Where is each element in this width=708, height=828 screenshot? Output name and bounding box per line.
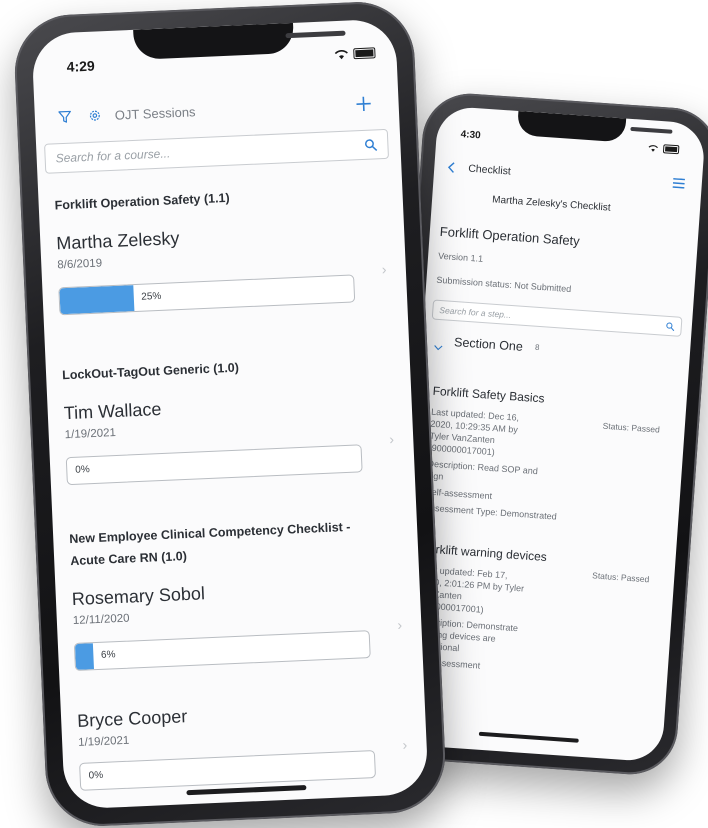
checklist-owner: Martha Zelesky's Checklist (491, 194, 611, 214)
toolbar-title: OJT Sessions (114, 103, 196, 123)
trainee-name: Martha Zelesky (55, 228, 180, 254)
step-description: Description: Read SOP and (427, 458, 539, 477)
session-date: 8/6/2019 (57, 257, 103, 272)
course-search-input[interactable]: Search for a course... (44, 128, 390, 174)
progress-bar: 6% (73, 630, 371, 672)
chevron-right-icon: › (402, 736, 408, 753)
battery-icon (353, 47, 376, 60)
ojt-sessions-phone: 4:29 OJT Sessions Search for a course...… (12, 0, 448, 828)
chevron-right-icon: › (381, 261, 387, 278)
step-title[interactable]: Forklift warning devices (421, 541, 547, 564)
speaker (630, 126, 673, 134)
trainee-name: Rosemary Sobol (71, 583, 206, 610)
step-self-assessment: Self-assessment (425, 486, 493, 502)
chevron-right-icon: › (388, 430, 395, 448)
course-title: Forklift Operation Safety (439, 223, 581, 249)
chevron-down-icon[interactable] (434, 338, 447, 351)
progress-fill (74, 643, 94, 670)
progress-fill (59, 285, 134, 315)
progress-bar: 0% (79, 750, 377, 791)
course-title: LockOut-TagOut Generic (1.0) (61, 360, 240, 383)
trainee-name: Bryce Cooper (76, 706, 188, 731)
search-placeholder: Search for a step... (439, 304, 512, 320)
toolbar: OJT Sessions (34, 90, 399, 130)
plus-icon[interactable] (354, 94, 373, 113)
submission-status: Submission status: Not Submitted (436, 274, 572, 295)
status-icons (334, 47, 376, 60)
menu-icon[interactable] (671, 177, 686, 190)
section-title[interactable]: Section One (454, 335, 524, 354)
progress-label: 0% (88, 769, 104, 782)
status-icons (648, 143, 680, 155)
step-status: Status: Passed (591, 570, 650, 585)
status-time: 4:30 (460, 129, 482, 142)
ojt-sessions-screen: 4:29 OJT Sessions Search for a course...… (31, 18, 429, 810)
section-count-badge: 8 (534, 342, 540, 353)
session-date: 1/19/2021 (64, 427, 117, 442)
search-icon[interactable] (364, 138, 378, 152)
notch (133, 22, 346, 60)
progress-bar: 0% (65, 444, 363, 486)
search-icon[interactable] (666, 321, 676, 331)
step-title[interactable]: Forklift Safety Basics (432, 384, 545, 406)
wifi-icon (334, 49, 348, 59)
progress-label: 0% (75, 464, 90, 476)
nav-title: Checklist (467, 162, 512, 178)
session-date: 1/19/2021 (77, 734, 130, 749)
status-time: 4:29 (66, 57, 96, 75)
wifi-icon (648, 144, 658, 152)
speaker (285, 30, 346, 39)
chevron-left-icon[interactable] (444, 160, 459, 175)
home-indicator[interactable] (186, 785, 307, 796)
notch (516, 111, 673, 143)
progress-label: 25% (141, 290, 162, 303)
session-date: 12/11/2020 (72, 612, 130, 628)
chevron-right-icon: › (397, 616, 403, 633)
gear-icon[interactable] (87, 107, 104, 124)
step-assessment-type: Assessment Type: Demonstrated (424, 502, 558, 522)
battery-icon (662, 144, 680, 155)
search-placeholder: Search for a course... (55, 146, 171, 166)
progress-label: 6% (100, 649, 116, 661)
progress-bar: 25% (58, 274, 356, 316)
course-title: New Employee Clinical Competency Checkli… (68, 519, 351, 547)
step-status: Status: Passed (602, 420, 661, 435)
course-version: Version 1.1 (437, 250, 484, 264)
home-indicator[interactable] (478, 731, 579, 743)
filter-icon[interactable] (57, 109, 74, 126)
step-search-input[interactable]: Search for a step... (431, 299, 683, 337)
course-title-line2: Acute Care RN (1.0) (69, 549, 188, 569)
trainee-name: Tim Wallace (63, 398, 162, 424)
course-title: Forklift Operation Safety (1.1) (54, 190, 230, 213)
